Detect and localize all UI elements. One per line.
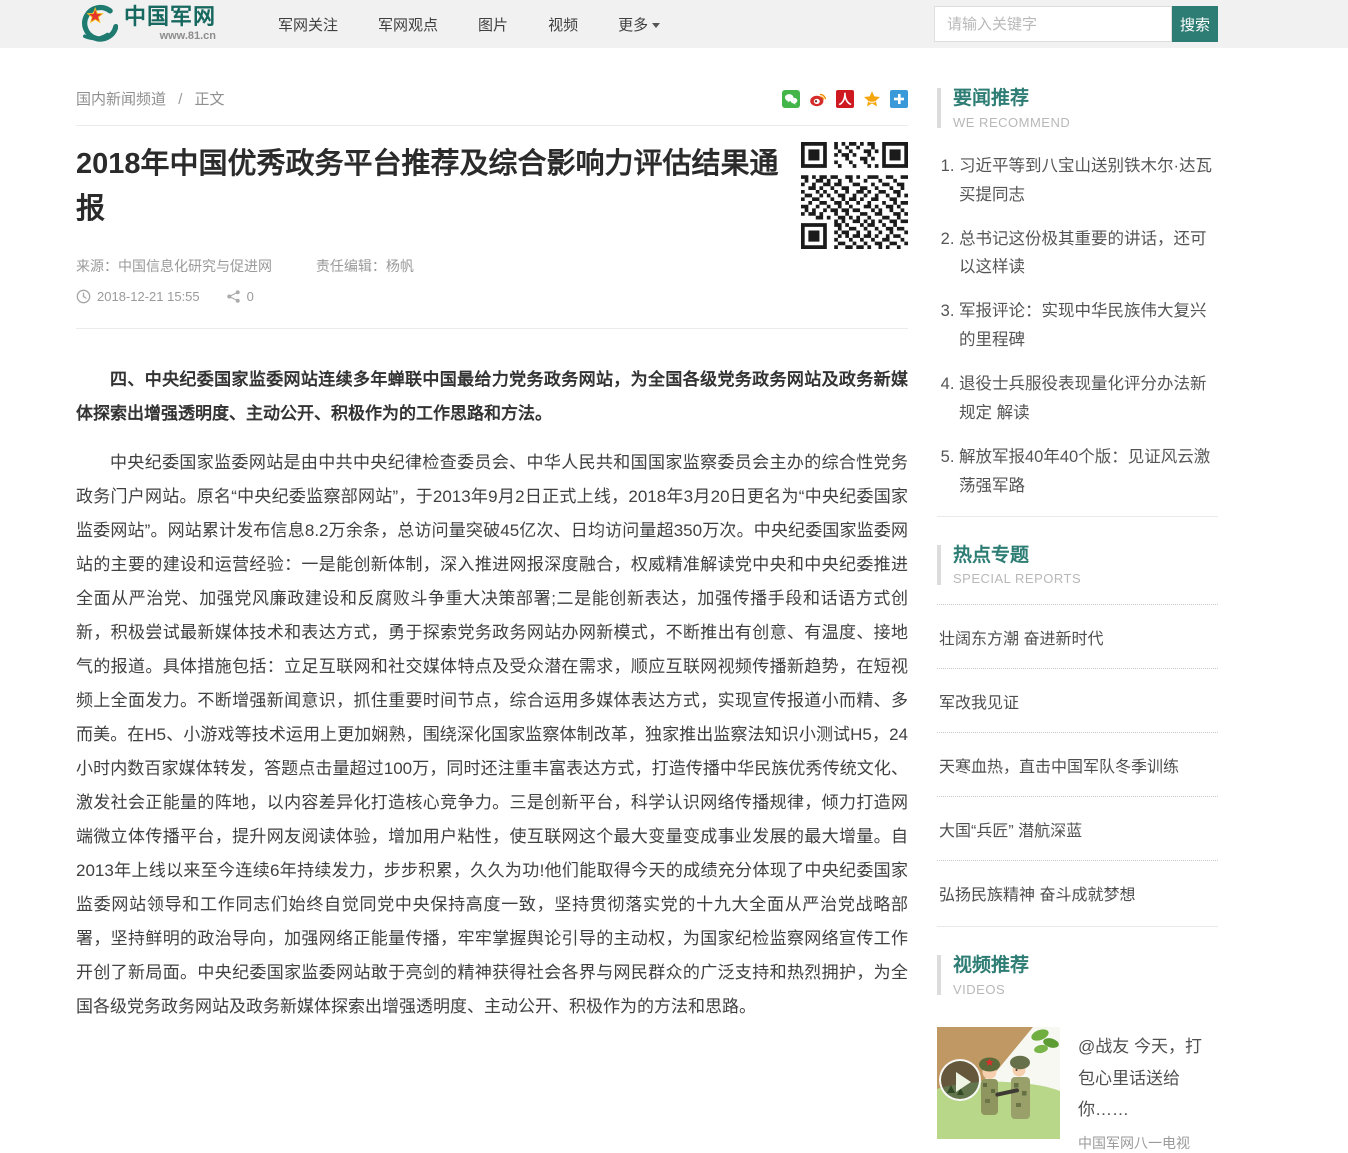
- qzone-icon[interactable]: [863, 90, 881, 108]
- section-title-special: 热点专题: [953, 545, 1081, 567]
- section-accent-bar: [937, 955, 941, 995]
- article-body: 四、中央纪委国家监委网站连续多年蝉联中国最给力党务政务网站，为全国各级党务政务网…: [76, 363, 908, 1024]
- section-title-recommend: 要闻推荐: [953, 88, 1070, 110]
- article-lead-paragraph: 四、中央纪委国家监委网站连续多年蝉联中国最给力党务政务网站，为全国各级党务政务网…: [76, 363, 908, 431]
- article-title: 2018年中国优秀政务平台推荐及综合影响力评估结果通报: [76, 142, 781, 232]
- divider: [937, 516, 1218, 517]
- site-header: 中国军网 www.81.cn 军网关注 军网观点 图片 视频 更多 搜索: [0, 0, 1348, 48]
- site-logo[interactable]: 中国军网 www.81.cn: [76, 3, 216, 45]
- video-card: @战友 今天，打包心里话送给你…… 中国军网八一电视: [937, 1027, 1218, 1152]
- section-subtitle-videos: VIDEOS: [953, 982, 1029, 997]
- section-special-reports: 热点专题 SPECIAL REPORTS 壮阔东方潮 奋进新时代 军改我见证 天…: [937, 545, 1218, 928]
- nav-item-more[interactable]: 更多: [618, 14, 660, 35]
- share-count: 0: [247, 289, 254, 304]
- wechat-icon[interactable]: [782, 90, 800, 108]
- section-accent-bar: [937, 88, 941, 128]
- video-thumbnail[interactable]: [937, 1027, 1060, 1139]
- video-title[interactable]: @战友 今天，打包心里话送给你……: [1078, 1031, 1208, 1125]
- nav-item-focus[interactable]: 军网关注: [278, 14, 338, 35]
- special-item[interactable]: 壮阔东方潮 奋进新时代: [937, 604, 1218, 668]
- search-input[interactable]: [934, 6, 1172, 42]
- article-date: 2018-12-21 15:55: [97, 289, 200, 304]
- nav-item-opinion[interactable]: 军网观点: [378, 14, 438, 35]
- brand-url: www.81.cn: [124, 31, 216, 42]
- nav-item-video[interactable]: 视频: [548, 14, 578, 35]
- recommend-item[interactable]: 习近平等到八宝山送别铁木尔·达瓦买提同志: [959, 152, 1218, 210]
- section-subtitle-special: SPECIAL REPORTS: [953, 571, 1081, 586]
- sidebar: 要闻推荐 WE RECOMMEND 习近平等到八宝山送别铁木尔·达瓦买提同志 总…: [937, 88, 1218, 1153]
- share-count-widget[interactable]: 0: [226, 289, 254, 304]
- special-item[interactable]: 军改我见证: [937, 668, 1218, 732]
- special-item[interactable]: 弘扬民族精神 奋斗成就梦想: [937, 860, 1218, 924]
- breadcrumb: 国内新闻频道 / 正文: [76, 88, 225, 109]
- section-title-videos: 视频推荐: [953, 955, 1029, 977]
- recommend-item[interactable]: 解放军报40年40个版：见证风云激荡强军路: [959, 443, 1218, 501]
- logo-swoosh-star-icon: [76, 3, 118, 45]
- search-button[interactable]: 搜索: [1172, 6, 1218, 42]
- breadcrumb-current: 正文: [195, 91, 225, 108]
- weibo-icon[interactable]: [809, 90, 827, 108]
- article-meta: 来源：中国信息化研究与促进网 责任编辑：杨帆: [76, 256, 781, 276]
- breadcrumb-separator: /: [178, 91, 182, 108]
- chevron-down-icon: [652, 23, 660, 28]
- special-list: 壮阔东方潮 奋进新时代 军改我见证 天寒血热，直击中国军队冬季训练 大国“兵匠”…: [937, 604, 1218, 924]
- people-weibo-icon[interactable]: 人: [836, 90, 854, 108]
- brand-name: 中国军网: [124, 6, 216, 28]
- main-nav: 军网关注 军网观点 图片 视频 更多: [278, 14, 700, 35]
- section-recommend: 要闻推荐 WE RECOMMEND 习近平等到八宝山送别铁木尔·达瓦买提同志 总…: [937, 88, 1218, 517]
- recommend-item[interactable]: 退役士兵服役表现量化评分办法新规定 解读: [959, 370, 1218, 428]
- play-icon[interactable]: [939, 1059, 981, 1101]
- svg-text:人: 人: [838, 92, 852, 108]
- section-videos: 视频推荐 VIDEOS: [937, 955, 1218, 1152]
- section-accent-bar: [937, 545, 941, 585]
- share-nodes-icon: [226, 289, 241, 304]
- special-item[interactable]: 大国“兵匠” 潜航深蓝: [937, 796, 1218, 860]
- section-subtitle-recommend: WE RECOMMEND: [953, 115, 1070, 130]
- nav-item-pictures[interactable]: 图片: [478, 14, 508, 35]
- special-item[interactable]: 天寒血热，直击中国军队冬季训练: [937, 732, 1218, 796]
- breadcrumb-channel[interactable]: 国内新闻频道: [76, 91, 166, 108]
- divider: [76, 328, 908, 329]
- soldier-left: [979, 1058, 1000, 1116]
- article-paragraph: 中央纪委国家监委网站是由中共中央纪律检查委员会、中华人民共和国国家监察委员会主办…: [76, 446, 908, 1024]
- recommend-item[interactable]: 总书记这份极其重要的讲话，还可以这样读: [959, 225, 1218, 283]
- share-bar: 人: [773, 90, 908, 108]
- video-source: 中国军网八一电视: [1078, 1133, 1208, 1153]
- share-more-icon[interactable]: [890, 90, 908, 108]
- recommend-item[interactable]: 军报评论：实现中华民族伟大复兴的里程碑: [959, 297, 1218, 355]
- article-source: 来源：中国信息化研究与促进网: [76, 258, 272, 274]
- divider: [937, 926, 1218, 927]
- search-bar: 搜索: [934, 6, 1218, 42]
- qr-code: [801, 142, 908, 249]
- article-editor: 责任编辑：杨帆: [316, 258, 414, 274]
- recommend-list: 习近平等到八宝山送别铁木尔·达瓦买提同志 总书记这份极其重要的讲话，还可以这样读…: [937, 152, 1218, 501]
- clock-icon: [76, 289, 91, 304]
